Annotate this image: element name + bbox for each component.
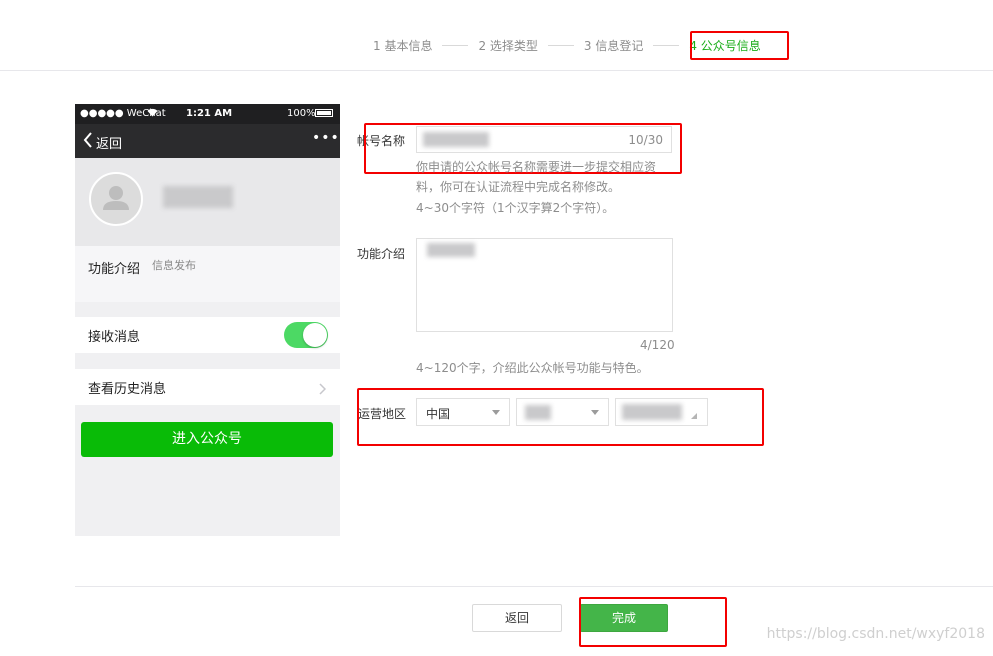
annotation-box-active-step <box>690 31 789 60</box>
account-name-hint-line-1: 你申请的公众帐号名称需要进一步提交相应资 <box>416 160 657 174</box>
back-label[interactable]: 返回 <box>96 133 122 152</box>
clock-label: 1:21 AM <box>186 108 233 119</box>
back-button[interactable]: 返回 <box>472 604 562 632</box>
account-name-rule: 4~30个字符（1个汉字算2个字符）。 <box>416 201 615 215</box>
avatar <box>89 172 143 226</box>
account-name-redacted <box>163 186 233 208</box>
watermark-text: https://blog.csdn.net/wxyf2018 <box>766 626 985 642</box>
account-name-hint-line-2: 料，你可在认证流程中完成名称修改。 <box>416 180 621 194</box>
step-select-type: 2 选择类型 <box>478 38 538 53</box>
more-icon[interactable]: ••• <box>312 130 340 146</box>
receive-messages-toggle[interactable] <box>284 322 328 348</box>
battery-icon <box>315 109 333 117</box>
step-connector <box>653 44 680 46</box>
user-silhouette-icon <box>103 186 129 210</box>
enter-account-button[interactable]: 进入公众号 <box>81 422 333 457</box>
intro-hint: 4~120个字，介绍此公众帐号功能与特色。 <box>416 361 649 375</box>
intro-row: 功能介绍 信息发布 <box>75 246 340 302</box>
step-info-registration: 3 信息登记 <box>583 38 644 53</box>
phone-nav-bar: 返回 ••• <box>75 124 340 158</box>
battery-label: 100% <box>287 108 316 119</box>
header-divider <box>0 70 993 71</box>
phone-status-bar: ●●●●● WeChat 1:21 AM 100% <box>75 104 340 124</box>
chevron-right-icon <box>319 380 327 399</box>
history-messages-label: 查看历史消息 <box>88 382 167 397</box>
step-connector <box>547 44 574 46</box>
intro-value: 信息发布 <box>152 259 196 272</box>
step-basic-info: 1 基本信息 <box>373 38 433 53</box>
intro-redacted <box>427 243 475 257</box>
back-chevron-icon[interactable] <box>83 132 93 152</box>
receive-messages-label: 接收消息 <box>88 330 141 345</box>
footer-divider <box>75 586 993 587</box>
intro-label: 功能介绍 <box>357 247 406 261</box>
annotation-box-region <box>357 388 764 446</box>
phone-preview: ●●●●● WeChat 1:21 AM 100% 返回 ••• 功能介绍 信息… <box>75 104 340 536</box>
account-profile <box>75 158 340 246</box>
intro-textarea[interactable] <box>416 238 673 332</box>
step-connector <box>442 44 469 46</box>
receive-messages-cell: 接收消息 <box>75 317 340 353</box>
intro-label: 功能介绍 <box>88 262 141 277</box>
history-messages-cell[interactable]: 查看历史消息 <box>75 369 340 405</box>
intro-counter: 4/120 <box>640 338 675 352</box>
annotation-box-done-button <box>579 597 727 647</box>
wifi-icon <box>147 108 158 120</box>
